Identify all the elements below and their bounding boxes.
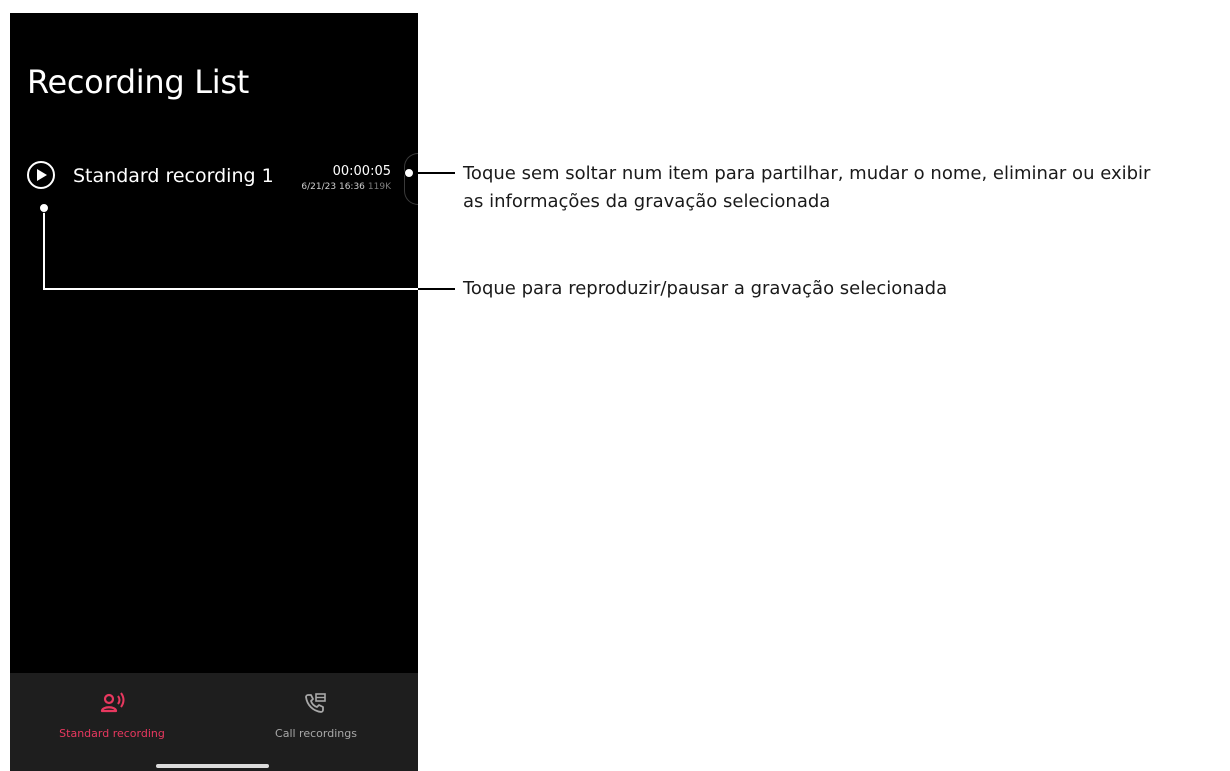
recording-size: 119K: [367, 182, 391, 192]
edge-panel-handle[interactable]: [404, 153, 418, 205]
play-button[interactable]: [27, 161, 55, 189]
leader-line-play-vertical: [43, 208, 45, 289]
phone-screen: Recording List Standard recording 1 00:0…: [10, 13, 418, 771]
bottom-navigation: Standard recording Call recordings: [10, 673, 418, 771]
person-voice-icon: [10, 691, 214, 717]
callout-long-press-line2: as informações da gravação selecionada: [463, 191, 831, 212]
callout-long-press-line1: Toque sem soltar num item para partilhar…: [463, 163, 1151, 184]
leader-line-play-horizontal-inner: [43, 288, 418, 290]
leader-line-long-press: [410, 172, 455, 174]
home-indicator[interactable]: [156, 764, 269, 768]
recording-name: Standard recording 1: [73, 165, 274, 187]
callout-play: Toque para reproduzir/pausar a gravação …: [463, 278, 948, 299]
tab-standard-recording-label: Standard recording: [59, 727, 165, 740]
recording-date: 6/21/23 16:36: [301, 182, 365, 192]
play-icon: [37, 169, 47, 181]
callout-long-press: Toque sem soltar num item para partilhar…: [463, 160, 1228, 216]
tab-standard-recording[interactable]: Standard recording: [10, 691, 214, 740]
leader-dot-long-press: [404, 168, 414, 178]
recording-meta: 6/21/23 16:36 119K: [301, 182, 391, 192]
leader-line-play-horizontal-outer: [418, 288, 455, 290]
recording-duration: 00:00:05: [332, 164, 391, 179]
phone-recording-icon: [214, 691, 418, 717]
tab-call-recordings[interactable]: Call recordings: [214, 691, 418, 740]
tab-call-recordings-label: Call recordings: [275, 727, 357, 740]
recording-list-item[interactable]: Standard recording 1 00:00:05 6/21/23 16…: [10, 153, 418, 205]
leader-dot-play: [39, 203, 49, 213]
page-title: Recording List: [27, 63, 249, 101]
